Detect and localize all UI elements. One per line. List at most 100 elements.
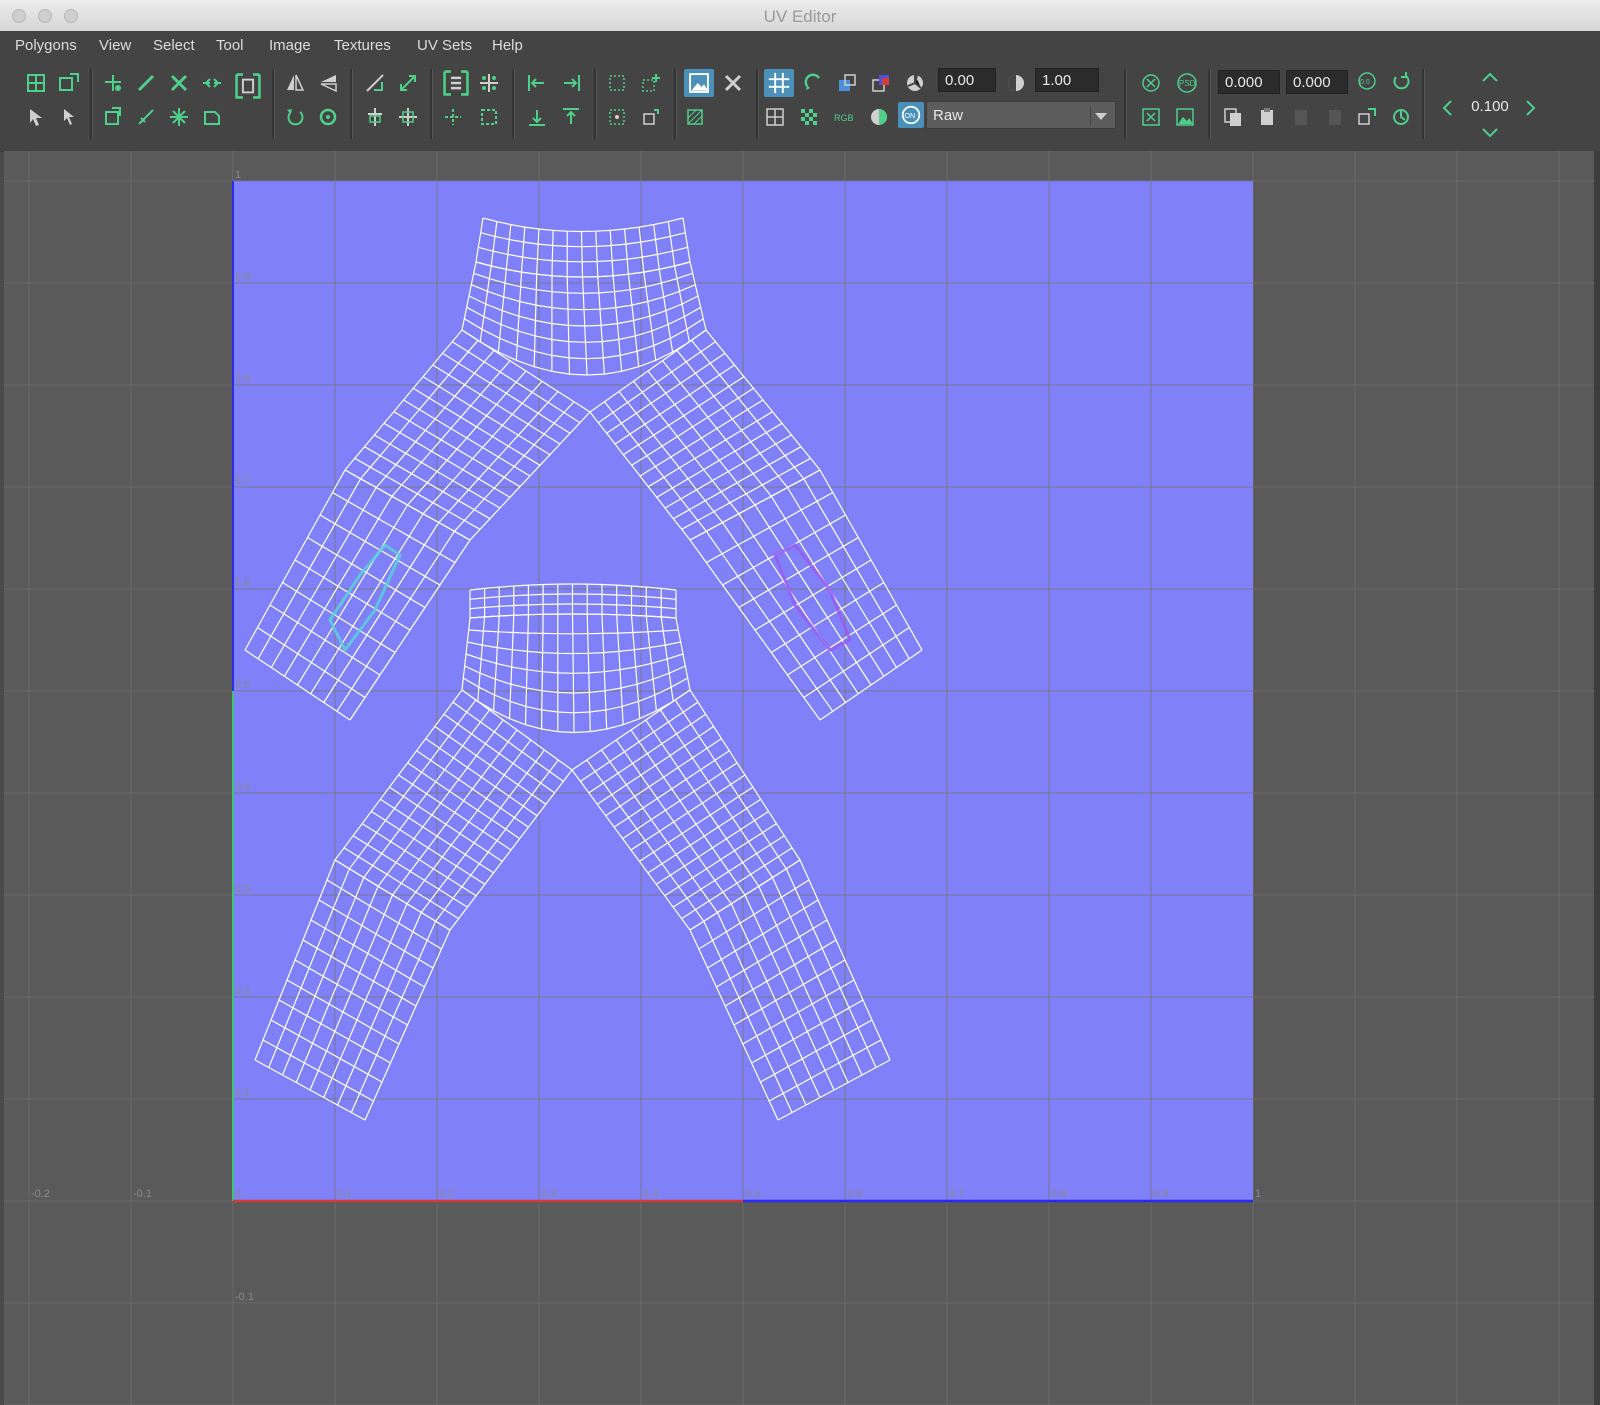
toolbar-separator <box>430 69 433 139</box>
flip-v-icon[interactable] <box>317 72 339 94</box>
u-tick-label: 0.7 <box>949 1188 964 1200</box>
menu-polygons[interactable]: Polygons <box>15 37 77 54</box>
gather-uv-icon[interactable] <box>478 106 500 128</box>
toolbar-separator <box>1422 69 1425 139</box>
checker-tile-icon[interactable] <box>722 72 744 94</box>
refresh-uv-icon[interactable]: 0.0 <box>1356 70 1378 92</box>
select-backfacing-icon[interactable] <box>606 106 628 128</box>
scale-uv-icon[interactable] <box>397 72 419 94</box>
rotate-ccw-icon[interactable] <box>284 106 306 128</box>
uv-viewport[interactable]: -0.2 -0.1 0 0.1 0.2 0.3 0.4 0.5 0.6 0.7 0.8 0.9 1 1 0.… <box>4 151 1594 1405</box>
unfold-icon[interactable] <box>168 72 190 94</box>
u-tick-label: -0.1 <box>133 1188 152 1200</box>
rotate-cw-icon[interactable] <box>317 106 339 128</box>
psd-network-icon[interactable]: PSD <box>1174 72 1200 94</box>
exposure-icon[interactable] <box>904 72 926 94</box>
align-right-icon[interactable] <box>560 72 582 94</box>
color-management-button[interactable]: ON <box>898 102 924 128</box>
paste-u-icon[interactable] <box>1290 106 1312 128</box>
u-tick-label: 0.1 <box>337 1188 352 1200</box>
v-tick-label: 0.7 <box>235 475 250 487</box>
menu-textures[interactable]: Textures <box>334 37 391 54</box>
planar-map-icon[interactable] <box>102 106 124 128</box>
select-shell-border-icon[interactable] <box>606 72 628 94</box>
alpha-channel-icon[interactable] <box>868 106 890 128</box>
checker-pattern-icon[interactable] <box>798 106 820 128</box>
select-overlap-icon[interactable] <box>640 72 662 94</box>
rotate-uv-set-icon[interactable] <box>1390 106 1412 128</box>
cycle-uv-icon[interactable] <box>1356 106 1378 128</box>
align-left-icon[interactable] <box>526 72 548 94</box>
toolbar-separator <box>90 69 93 139</box>
copy-uv-icon[interactable] <box>1222 106 1244 128</box>
layout-uv-icon[interactable] <box>234 72 262 100</box>
uv-snapshot-icon[interactable] <box>1174 106 1196 128</box>
u-offset-field[interactable]: 0.000 <box>1218 70 1280 94</box>
image-ratio-icon[interactable] <box>1140 72 1162 94</box>
rotate-offset-icon[interactable] <box>1390 70 1412 92</box>
uv-distortion-icon[interactable] <box>802 72 824 94</box>
v-tick-label: 0.5 <box>235 679 250 691</box>
panel-edge <box>1594 151 1600 1405</box>
dim-image-icon[interactable] <box>684 106 706 128</box>
paste-v-icon[interactable] <box>1324 106 1346 128</box>
paste-uv-icon[interactable] <box>1256 106 1278 128</box>
window-title: UV Editor <box>763 7 837 26</box>
chevron-up-icon[interactable] <box>1480 70 1500 84</box>
toolbar-separator <box>1208 69 1211 139</box>
menu-select[interactable]: Select <box>153 37 195 54</box>
v-tick-label: 0.9 <box>235 271 250 283</box>
optimize-icon[interactable] <box>168 106 190 128</box>
v-tick-label: 0.6 <box>235 577 250 589</box>
color-space-select[interactable]: Raw <box>926 101 1116 129</box>
exposure-field[interactable]: 0.00 <box>938 68 996 92</box>
align-top-icon[interactable] <box>560 106 582 128</box>
psd-label: PSD <box>1179 79 1196 88</box>
distribute-uv-icon[interactable] <box>442 106 464 128</box>
menu-uv-sets[interactable]: UV Sets <box>417 37 472 54</box>
select-frontfacing-icon[interactable] <box>640 106 662 128</box>
select-tool-icon[interactable] <box>25 106 47 128</box>
uv-toolbar: 0.00 1.00 RGB ON Raw PSD 0.000 0.000 0.0… <box>0 61 1600 152</box>
move-and-sew-icon[interactable] <box>201 72 223 94</box>
gamma-icon[interactable] <box>1005 72 1027 94</box>
u-tick-label: 0.5 <box>745 1188 760 1200</box>
sew-uv-icon[interactable] <box>135 72 157 94</box>
v-tick-label: 0.2 <box>235 985 250 997</box>
flip-u-icon[interactable] <box>284 72 306 94</box>
step-value-field[interactable]: 0.100 <box>1460 95 1520 119</box>
chevron-right-icon[interactable] <box>1524 98 1538 118</box>
align-bottom-icon[interactable] <box>526 106 548 128</box>
u-tick-label: 1 <box>1255 1188 1261 1200</box>
shaded-uv-icon[interactable] <box>836 72 858 94</box>
uv-canvas[interactable]: -0.2 -0.1 0 0.1 0.2 0.3 0.4 0.5 0.6 0.7 0.8 0.9 1 1 0.… <box>4 151 1594 1405</box>
cut-uv-icon[interactable] <box>102 72 124 94</box>
rgb-channel-icon[interactable]: RGB <box>832 106 860 128</box>
straighten-uv-icon[interactable] <box>201 106 223 128</box>
texture-borders-icon[interactable] <box>870 72 892 94</box>
toggle-grid-button[interactable] <box>764 69 794 97</box>
cut-tool-icon[interactable] <box>135 106 157 128</box>
on-label: ON <box>905 112 916 120</box>
menu-view[interactable]: View <box>99 37 131 54</box>
menu-help[interactable]: Help <box>492 37 523 54</box>
center-pivot-icon[interactable] <box>397 106 419 128</box>
pixel-snap-icon[interactable] <box>764 106 786 128</box>
v-offset-field[interactable]: 0.000 <box>1286 70 1348 94</box>
grid-uv-icon[interactable] <box>478 72 500 94</box>
menu-image[interactable]: Image <box>269 37 311 54</box>
display-image-button[interactable] <box>684 69 714 97</box>
chevron-down-icon[interactable] <box>1480 126 1500 140</box>
v-tick-label: 0.4 <box>235 781 250 793</box>
unitize-icon[interactable] <box>442 69 470 97</box>
align-uv-icon[interactable] <box>364 72 386 94</box>
chevron-left-icon[interactable] <box>1440 98 1454 118</box>
title-bar: UV Editor <box>0 0 1600 32</box>
tweak-tool-icon[interactable] <box>58 106 80 128</box>
snap-pivot-icon[interactable] <box>364 106 386 128</box>
uv-grow-selection-icon[interactable] <box>58 72 80 94</box>
menu-tool[interactable]: Tool <box>216 37 244 54</box>
snapshot-icon[interactable] <box>1140 106 1162 128</box>
gamma-field[interactable]: 1.00 <box>1035 68 1099 92</box>
uv-shell-select-icon[interactable] <box>25 72 47 94</box>
